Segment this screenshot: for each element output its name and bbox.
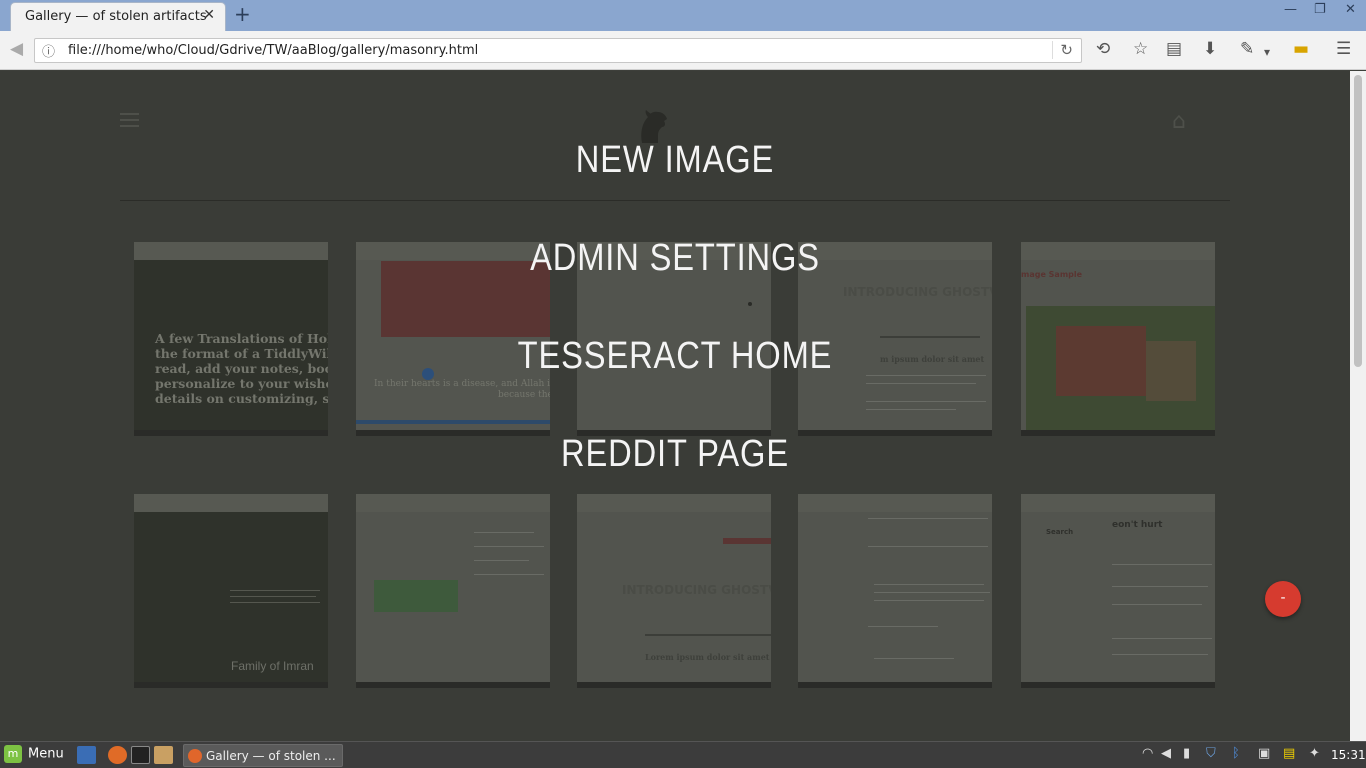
start-menu-label: Menu bbox=[28, 746, 64, 762]
new-tab-button[interactable]: + bbox=[234, 4, 251, 24]
maximize-button[interactable]: ❐ bbox=[1314, 2, 1326, 17]
minimize-button[interactable]: — bbox=[1284, 2, 1297, 17]
thumb-heading: eon't hurt bbox=[1112, 520, 1163, 530]
chrome-icon bbox=[188, 749, 202, 763]
close-window-button[interactable]: ✕ bbox=[1345, 2, 1356, 17]
show-desktop-icon[interactable] bbox=[77, 746, 96, 764]
chevron-down-icon[interactable]: ▾ bbox=[1264, 42, 1270, 62]
menu-reddit-page[interactable]: REDDIT PAGE bbox=[95, 433, 1256, 476]
notes-icon[interactable]: ▤ bbox=[1283, 746, 1295, 761]
url-bar[interactable]: ⓘ file:///home/who/Cloud/Gdrive/TW/aaBlo… bbox=[34, 38, 1082, 63]
tab-bar: Gallery — of stolen artifacts ✕ + — ❐ ✕ bbox=[0, 0, 1366, 31]
thumb-text-line: personalize to your wishes bbox=[155, 376, 328, 391]
volume-icon[interactable]: ◀ bbox=[1161, 746, 1171, 761]
menu-admin-settings[interactable]: ADMIN SETTINGS bbox=[95, 237, 1256, 280]
site-menu-icon[interactable] bbox=[120, 113, 139, 131]
close-tab-icon[interactable]: ✕ bbox=[203, 7, 215, 23]
gallery-thumb-7[interactable] bbox=[356, 494, 550, 688]
menu-new-image[interactable]: NEW IMAGE bbox=[95, 139, 1256, 182]
history-icon[interactable]: ⟲ bbox=[1096, 39, 1110, 59]
firefox-icon[interactable] bbox=[108, 746, 127, 764]
thumb-heading: INTRODUCING GHOSTV bbox=[843, 285, 992, 299]
back-arrow-icon[interactable]: ◀ bbox=[10, 39, 23, 59]
gallery-thumb-9[interactable] bbox=[798, 494, 992, 688]
info-icon[interactable]: ⓘ bbox=[42, 41, 55, 60]
thumb-subheading: Lorem ipsum dolor sit amet bbox=[645, 652, 770, 662]
thumb-caption: because they li bbox=[498, 390, 550, 400]
menu-tesseract-home[interactable]: TESSERACT HOME bbox=[95, 335, 1256, 378]
close-menu-button[interactable]: - bbox=[1265, 581, 1301, 617]
os-taskbar: m Menu Gallery — of stolen ... ◠ ◀ ▮ ⛉ ᛒ … bbox=[0, 741, 1366, 768]
hamburger-menu-icon[interactable]: ☰ bbox=[1336, 39, 1351, 59]
battery-icon[interactable]: ▮ bbox=[1183, 746, 1190, 761]
reading-list-icon[interactable]: ▤ bbox=[1166, 39, 1182, 59]
thumb-search-label: Search bbox=[1046, 528, 1074, 536]
thumb-green-panel bbox=[374, 580, 458, 612]
clipboard-icon[interactable]: ▣ bbox=[1258, 746, 1270, 761]
clock: 15:31 bbox=[1331, 748, 1366, 762]
tab-title: Gallery — of stolen artifacts bbox=[25, 9, 207, 24]
tab-gallery[interactable]: Gallery — of stolen artifacts ✕ bbox=[10, 2, 226, 31]
reload-icon[interactable]: ↻ bbox=[1052, 41, 1073, 59]
thumb-text-line: details on customizing, see bbox=[155, 391, 328, 406]
download-icon[interactable]: ⬇ bbox=[1203, 39, 1217, 59]
page-content: ⌂ A few Translations of Holy the format … bbox=[0, 71, 1350, 741]
bookmark-star-icon[interactable]: ☆ bbox=[1133, 39, 1148, 59]
wifi-icon[interactable]: ◠ bbox=[1142, 746, 1153, 761]
thumb-caption: Family of Imran bbox=[231, 659, 314, 673]
page-scrollbar[interactable] bbox=[1350, 71, 1366, 741]
taskbar-window-title: Gallery — of stolen ... bbox=[206, 749, 336, 763]
gallery-thumb-6[interactable]: Family of Imran bbox=[134, 494, 328, 688]
bluetooth-icon[interactable]: ᛒ bbox=[1232, 746, 1240, 761]
eyedropper-icon[interactable]: ✎ bbox=[1240, 39, 1254, 59]
gallery-thumb-8[interactable]: INTRODUCING GHOSTV Lorem ipsum dolor sit… bbox=[577, 494, 771, 688]
taskbar-window-gallery[interactable]: Gallery — of stolen ... bbox=[183, 744, 343, 767]
scrollbar-thumb[interactable] bbox=[1354, 75, 1362, 367]
shield-icon[interactable]: ⛉ bbox=[1206, 746, 1216, 761]
terminal-icon[interactable] bbox=[131, 746, 150, 764]
ruler-icon[interactable]: ▬ bbox=[1293, 39, 1309, 59]
mint-logo-icon: m bbox=[4, 745, 22, 763]
header-divider bbox=[120, 200, 1230, 201]
start-menu-button[interactable]: m Menu bbox=[4, 745, 64, 766]
home-icon[interactable]: ⌂ bbox=[1172, 109, 1186, 134]
browser-toolbar: ◀ ⓘ file:///home/who/Cloud/Gdrive/TW/aaB… bbox=[0, 31, 1366, 70]
dropbox-icon[interactable]: ✦ bbox=[1309, 746, 1320, 761]
thumb-caption: In their hearts is a disease, and Allah … bbox=[374, 379, 550, 389]
gallery-thumb-10[interactable]: Search eon't hurt bbox=[1021, 494, 1215, 688]
thumb-heading: INTRODUCING GHOSTV bbox=[622, 583, 771, 597]
files-icon[interactable] bbox=[154, 746, 173, 764]
url-text[interactable]: file:///home/who/Cloud/Gdrive/TW/aaBlog/… bbox=[68, 43, 478, 58]
